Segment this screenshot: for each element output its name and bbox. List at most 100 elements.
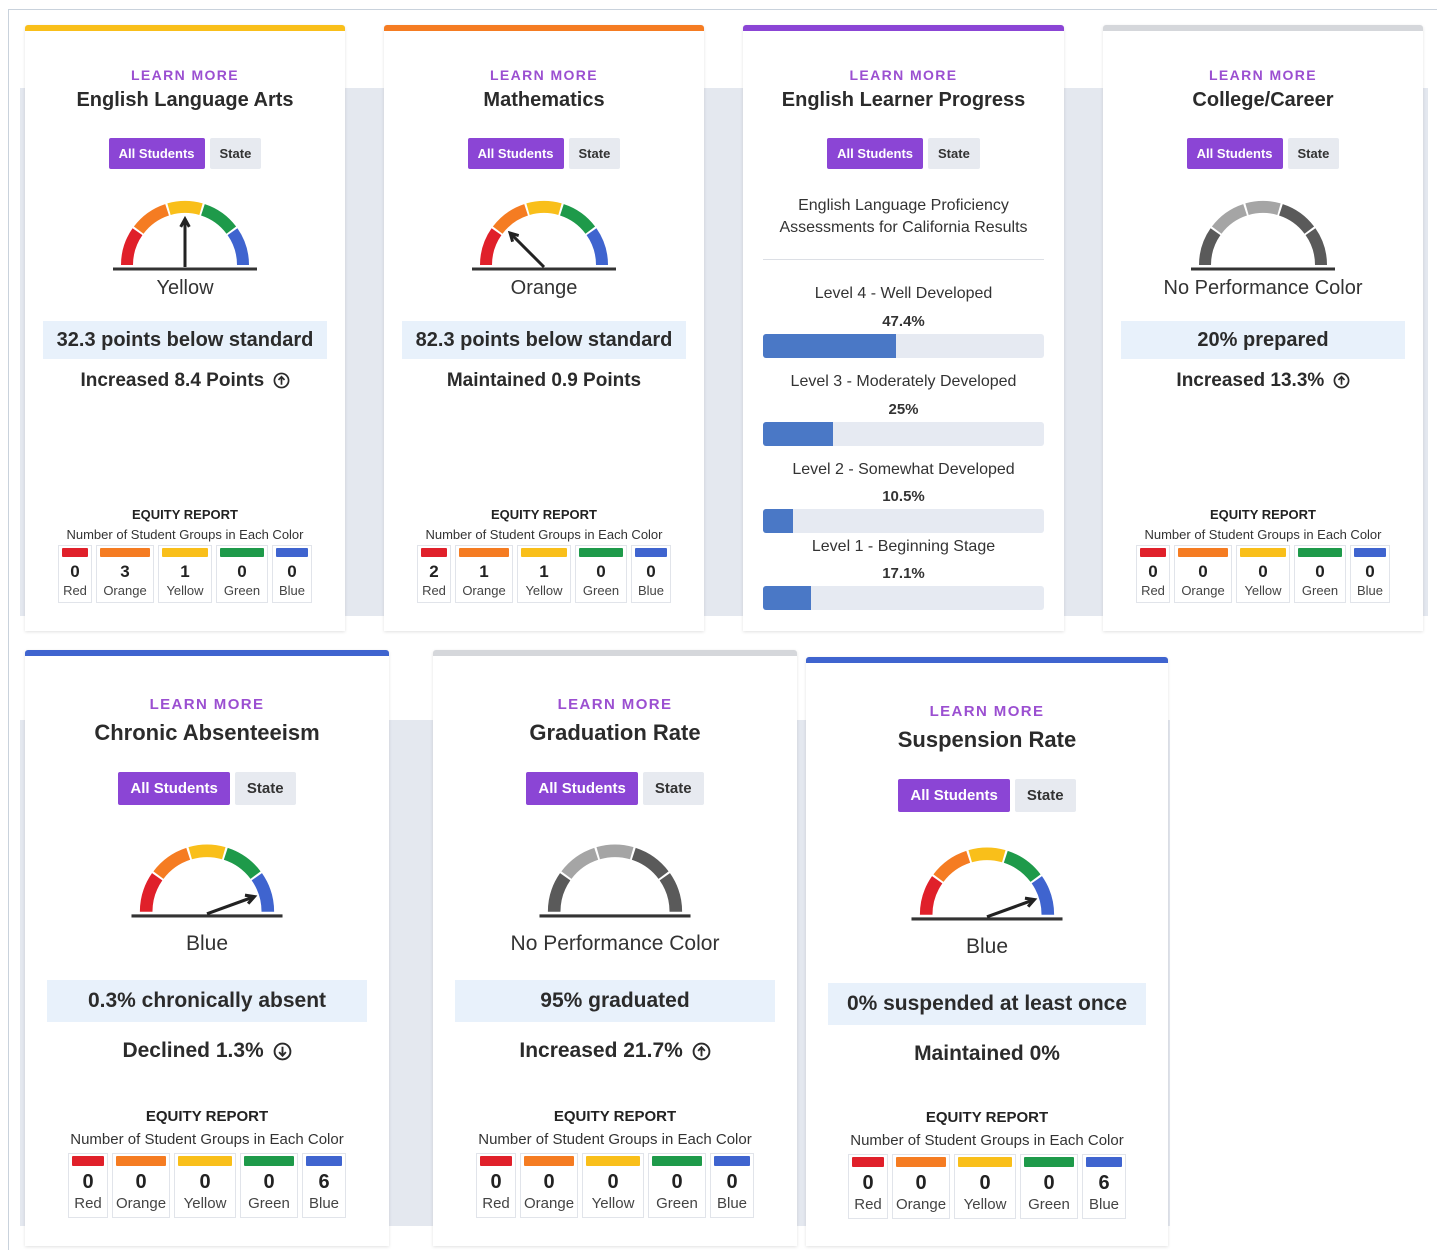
equity-swatch-green bbox=[1024, 1157, 1074, 1167]
equity-cell-green: 0 Green bbox=[575, 545, 627, 603]
equity-count-yellow: 0 bbox=[199, 1171, 211, 1193]
learn-more-link[interactable]: LEARN MORE bbox=[1103, 67, 1423, 83]
performance-gauge-icon bbox=[113, 200, 257, 271]
equity-swatch-orange bbox=[100, 548, 150, 557]
status-box: 82.3 points below standard bbox=[402, 321, 686, 359]
state-button[interactable]: State bbox=[209, 138, 262, 169]
level-4-bar-fill bbox=[763, 334, 897, 358]
equity-report-title: EQUITY REPORT bbox=[132, 507, 238, 522]
state-button[interactable]: State bbox=[568, 138, 621, 169]
equity-label-red: Red bbox=[422, 583, 446, 598]
equity-label-blue: Blue bbox=[278, 583, 306, 598]
equity-count-orange: 0 bbox=[1198, 562, 1208, 581]
equity-report-subtitle: Number of Student Groups in Each Color bbox=[425, 527, 663, 542]
learn-more-link[interactable]: LEARN MORE bbox=[25, 67, 345, 83]
level-3-percent: 25% bbox=[888, 401, 919, 418]
equity-count-green: 0 bbox=[1315, 562, 1325, 581]
equity-swatch-blue bbox=[306, 1156, 342, 1166]
performance-color-label: Orange bbox=[510, 277, 578, 299]
card-title: Chronic Absenteeism bbox=[94, 720, 320, 745]
status-box: 20% prepared bbox=[1121, 321, 1405, 359]
equity-cell-orange: 0 Orange bbox=[520, 1153, 578, 1218]
equity-count-blue: 0 bbox=[726, 1171, 738, 1193]
equity-count-yellow: 0 bbox=[979, 1172, 991, 1194]
equity-swatch-yellow bbox=[958, 1157, 1012, 1167]
equity-report-title: EQUITY REPORT bbox=[491, 507, 597, 522]
equity-cell-red: 0 Red bbox=[848, 1154, 888, 1219]
equity-label-green: Green bbox=[582, 583, 620, 598]
change-label: Increased 8.4 Points bbox=[80, 370, 265, 391]
all-students-button[interactable]: All Students bbox=[827, 138, 924, 169]
equity-swatch-orange bbox=[524, 1156, 574, 1166]
equity-label-orange: Orange bbox=[524, 1195, 575, 1212]
equity-swatch-blue bbox=[276, 548, 308, 557]
equity-label-green: Green bbox=[223, 583, 261, 598]
equity-label-red: Red bbox=[482, 1195, 510, 1212]
all-students-button[interactable]: All Students bbox=[898, 779, 1010, 812]
arrow-up-circle-icon bbox=[273, 373, 289, 389]
equity-count-green: 0 bbox=[596, 562, 606, 581]
equity-label-red: Red bbox=[1141, 583, 1165, 598]
equity-label-yellow: Yellow bbox=[525, 583, 563, 598]
equity-color-row: 0 Red 0 Orange 0 Yellow 0 Green 6 Blue bbox=[806, 1154, 1168, 1219]
level-1-bar bbox=[763, 586, 1044, 610]
performance-color-label: No Performance Color bbox=[510, 932, 720, 955]
state-button[interactable]: State bbox=[928, 138, 980, 169]
equity-cell-yellow: 0 Yellow bbox=[174, 1153, 236, 1218]
state-button[interactable]: State bbox=[642, 772, 704, 805]
performance-gauge-icon bbox=[911, 847, 1063, 921]
level-1-bar-fill bbox=[763, 586, 812, 610]
card-graduation-rate: LEARN MORE Graduation Rate All Students … bbox=[433, 650, 797, 1246]
status-box: 95% graduated bbox=[455, 980, 775, 1022]
equity-swatch-red bbox=[72, 1156, 104, 1166]
learn-more-link[interactable]: LEARN MORE bbox=[743, 67, 1064, 83]
equity-cell-blue: 0 Blue bbox=[1350, 545, 1390, 603]
state-button[interactable]: State bbox=[1014, 779, 1076, 812]
equity-count-blue: 0 bbox=[646, 562, 656, 581]
equity-cell-yellow: 1 Yellow bbox=[517, 545, 571, 603]
learn-more-link[interactable]: LEARN MORE bbox=[806, 703, 1168, 720]
learn-more-link[interactable]: LEARN MORE bbox=[25, 696, 389, 713]
equity-swatch-yellow bbox=[1240, 548, 1286, 557]
learn-more-link[interactable]: LEARN MORE bbox=[384, 67, 704, 83]
equity-label-orange: Orange bbox=[896, 1196, 947, 1213]
performance-color-label: Blue bbox=[185, 932, 229, 955]
equity-count-red: 0 bbox=[1148, 562, 1158, 581]
all-students-button[interactable]: All Students bbox=[108, 138, 205, 169]
equity-label-orange: Orange bbox=[462, 583, 506, 598]
card-college-career: LEARN MORE College/Career All Students S… bbox=[1103, 25, 1423, 631]
equity-label-yellow: Yellow bbox=[963, 1196, 1007, 1213]
student-toggle: All Students State bbox=[25, 772, 389, 805]
student-toggle: All Students State bbox=[806, 779, 1168, 812]
equity-label-red: Red bbox=[854, 1196, 882, 1213]
card-title: English Language Arts bbox=[76, 89, 294, 111]
learn-more-link[interactable]: LEARN MORE bbox=[433, 696, 797, 713]
all-students-button[interactable]: All Students bbox=[1186, 138, 1283, 169]
equity-swatch-green bbox=[579, 548, 623, 557]
equity-label-blue: Blue bbox=[1356, 583, 1384, 598]
equity-count-green: 0 bbox=[1043, 1172, 1055, 1194]
performance-color-label: Blue bbox=[965, 935, 1009, 958]
equity-count-green: 0 bbox=[671, 1171, 683, 1193]
state-button[interactable]: State bbox=[234, 772, 296, 805]
all-students-button[interactable]: All Students bbox=[467, 138, 564, 169]
equity-swatch-yellow bbox=[178, 1156, 232, 1166]
all-students-button[interactable]: All Students bbox=[118, 772, 230, 805]
change-label: Increased 13.3% bbox=[1176, 370, 1325, 391]
equity-count-green: 0 bbox=[237, 562, 247, 581]
all-students-button[interactable]: All Students bbox=[526, 772, 638, 805]
equity-count-blue: 0 bbox=[1365, 562, 1375, 581]
equity-cell-orange: 3 Orange bbox=[96, 545, 154, 603]
no-color-gauge-icon bbox=[539, 844, 691, 918]
equity-label-yellow: Yellow bbox=[1244, 583, 1282, 598]
state-button[interactable]: State bbox=[1287, 138, 1340, 169]
arrow-up-circle-icon bbox=[692, 1042, 711, 1061]
change-text: Increased 8.4 Points bbox=[25, 370, 345, 392]
change-text: Maintained 0% bbox=[914, 1042, 1060, 1065]
level-2-bar-fill bbox=[763, 509, 793, 533]
equity-count-orange: 0 bbox=[915, 1172, 927, 1194]
equity-cell-red: 2 Red bbox=[417, 545, 451, 603]
equity-label-green: Green bbox=[1301, 583, 1339, 598]
level-2-bar bbox=[763, 509, 1044, 533]
equity-color-row: 0 Red 0 Orange 0 Yellow 0 Green 6 Blue bbox=[25, 1153, 389, 1218]
